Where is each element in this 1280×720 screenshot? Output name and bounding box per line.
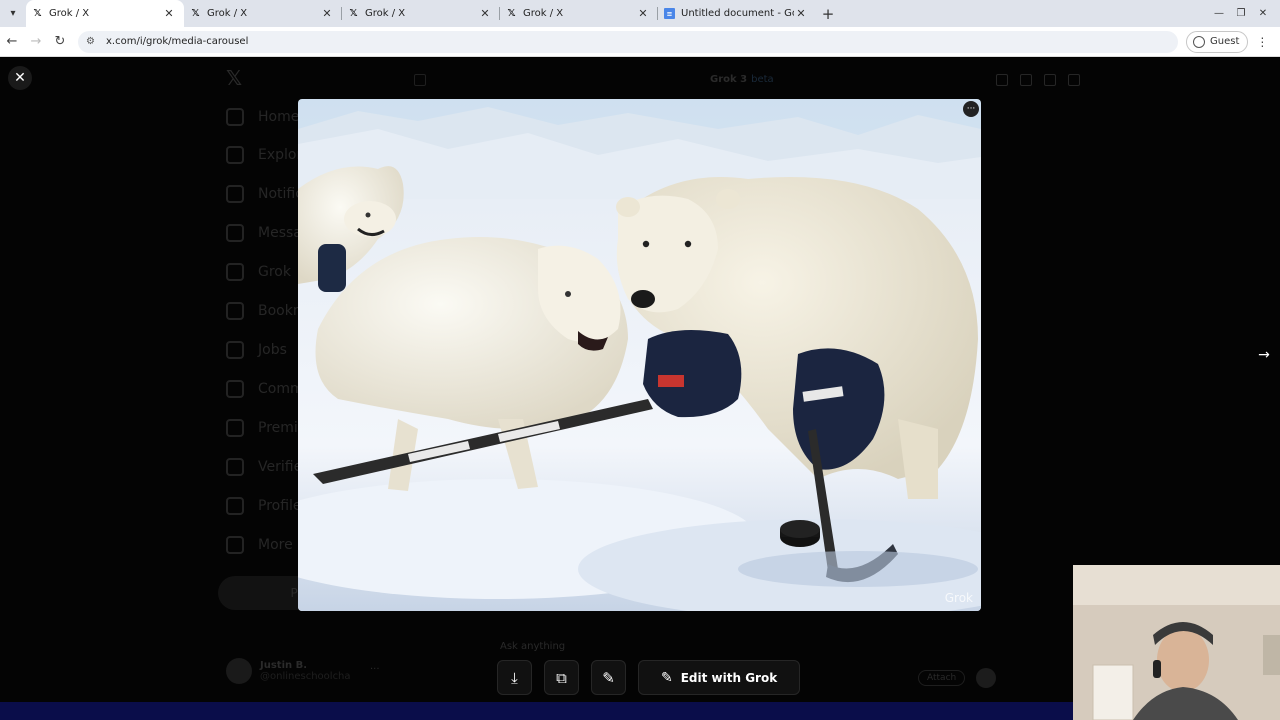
avatar [226,658,252,684]
edit-label: Edit with Grok [680,670,778,685]
tab-title: Untitled document - Goog [681,8,794,19]
download-icon[interactable]: ⤓ [497,660,532,695]
profile-avatar-icon [1193,35,1205,48]
sidebar-item-label: Home [258,109,300,125]
model-label: Grok 3 [710,74,748,85]
premium-icon [226,419,244,437]
new-tab-button[interactable]: + [816,5,840,23]
copy-image-icon[interactable]: ⧉ [544,660,579,695]
x-logo-icon: 𝕏 [226,66,243,90]
close-tab-icon[interactable]: ✕ [320,7,334,20]
browser-toolbar: ← → ↻ ⚙ x.com/i/grok/media-carousel Gues… [0,27,1280,57]
webcam-overlay [1073,565,1280,720]
bookmark-icon [226,302,244,320]
x-logo-icon: 𝕏 [33,8,42,19]
hockey-animals-image [298,99,981,611]
minimize-icon[interactable]: — [1208,8,1230,19]
x-logo-icon: 𝕏 [349,8,358,19]
send-button[interactable] [976,668,996,688]
model-selector[interactable]: Grok 3 beta [710,74,774,85]
tab-1[interactable]: 𝕏 Grok / X ✕ [26,0,184,27]
google-docs-icon: ≡ [664,8,675,19]
tab-5[interactable]: ≡ Untitled document - Goog ✕ [658,0,816,27]
close-tab-icon[interactable]: ✕ [162,7,176,20]
ask-input[interactable]: Ask anything [500,641,565,652]
sidebar-item-grok[interactable]: Grok [226,263,291,281]
sidebar-item-home[interactable]: Home [226,108,299,126]
webcam-feed [1073,565,1280,720]
sidebar-item-label: Jobs [258,342,287,358]
tab-search-button[interactable]: ▾ [0,0,26,27]
profile-button[interactable]: Guest [1186,30,1249,53]
attach-button[interactable]: Attach [918,670,966,686]
address-bar[interactable]: ⚙ x.com/i/grok/media-carousel [78,30,1178,53]
arrow-right-icon[interactable]: → [1254,345,1274,365]
tab-title: Grok / X [207,8,248,19]
ellipsis-icon[interactable]: ··· [370,664,380,675]
tab-3[interactable]: 𝕏 Grok / X ✕ [342,0,500,27]
new-chat-icon[interactable] [1068,74,1080,86]
url-text: x.com/i/grok/media-carousel [106,36,249,47]
generated-image: Grok [298,99,981,611]
briefcase-icon [226,341,244,359]
tab-title: Grok / X [523,8,564,19]
sidebar-item-more[interactable]: More [226,536,293,554]
close-window-icon[interactable]: ✕ [1252,8,1274,19]
grok-top-actions [996,74,1080,86]
media-action-bar: ⤓ ⧉ ✎ ✎ Edit with Grok [497,660,801,695]
image-options-icon[interactable]: ··· [963,101,979,117]
edit-with-grok-button[interactable]: ✎ Edit with Grok [638,660,801,695]
sidebar-item-jobs[interactable]: Jobs [226,341,287,359]
account-name: Justin B. [260,660,308,671]
sidebar-item-profile[interactable]: Profile [226,497,302,515]
forward-icon[interactable]: → [24,34,48,49]
sidebar-item-label: Profile [258,498,302,514]
user-icon [226,497,244,515]
tab-title: Grok / X [365,8,406,19]
tab-title: Grok / X [49,8,90,19]
account-handle: @onlineschoolcha [260,671,351,682]
sidebar-item-label: More [258,537,293,553]
close-tab-icon[interactable]: ✕ [636,7,650,20]
more-circle-icon [226,536,244,554]
window-controls: — ❐ ✕ [1208,8,1274,19]
bell-icon [226,185,244,203]
mail-icon [226,224,244,242]
x-logo-icon: 𝕏 [191,8,200,19]
home-icon [226,108,244,126]
x-logo-icon: 𝕏 [507,8,516,19]
close-icon[interactable]: ✕ [8,66,32,90]
tab-2[interactable]: 𝕏 Grok / X ✕ [184,0,342,27]
sidebar-toggle-icon[interactable] [414,74,426,86]
lightning-icon [226,458,244,476]
back-icon[interactable]: ← [0,34,24,49]
pencil-icon: ✎ [661,669,673,686]
people-icon [226,380,244,398]
share-post-icon[interactable]: ✎ [591,660,626,695]
grok-icon [226,263,244,281]
close-tab-icon[interactable]: ✕ [478,7,492,20]
watermark-text: Grok [944,591,973,605]
reload-icon[interactable]: ↻ [48,34,72,49]
profile-label: Guest [1210,36,1240,47]
browser-tab-bar: ▾ 𝕏 Grok / X ✕ 𝕏 Grok / X ✕ 𝕏 Grok / X ✕… [0,0,1280,27]
tab-4[interactable]: 𝕏 Grok / X ✕ [500,0,658,27]
restore-icon[interactable]: ❐ [1230,8,1252,19]
browser-menu-icon[interactable]: ⋮ [1252,35,1272,49]
sidebar-item-label: Grok [258,264,291,280]
model-badge: beta [751,74,774,85]
bookmark-icon[interactable] [1020,74,1032,86]
close-tab-icon[interactable]: ✕ [794,7,808,20]
account-switcher[interactable]: Justin B. @onlineschoolcha [226,658,351,684]
search-icon [226,146,244,164]
share-icon[interactable] [996,74,1008,86]
history-icon[interactable] [1044,74,1056,86]
site-info-icon[interactable]: ⚙ [86,36,100,47]
attach-label: Attach [927,673,957,683]
